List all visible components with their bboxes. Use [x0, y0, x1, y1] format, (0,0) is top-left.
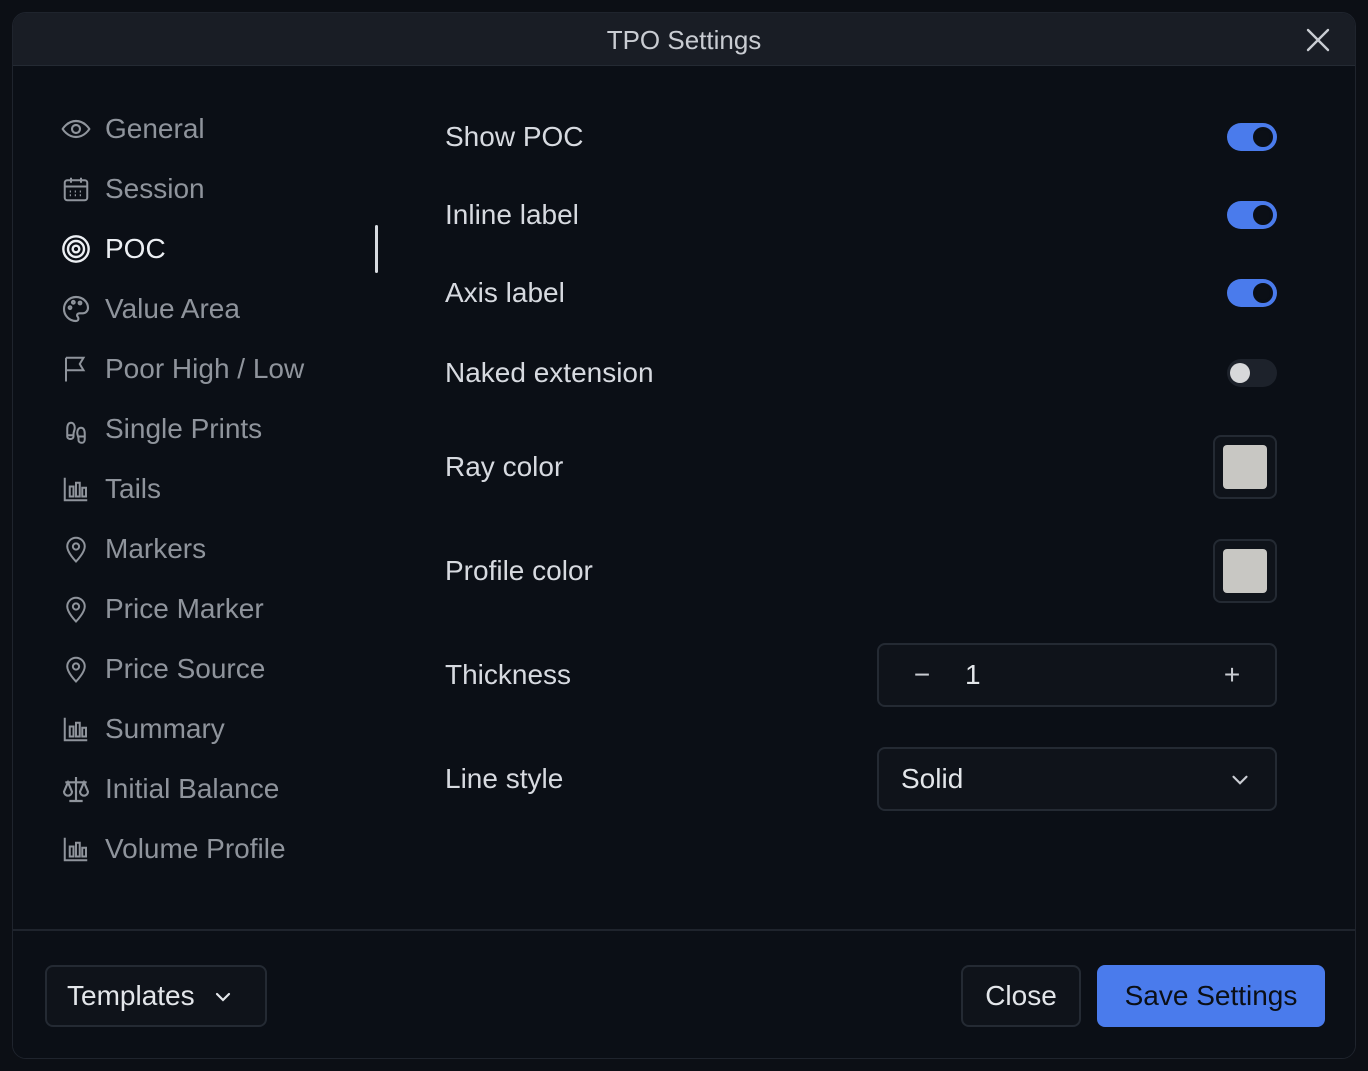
thickness-value[interactable]: 1	[965, 659, 981, 691]
close-icon[interactable]	[1303, 25, 1333, 55]
dialog-title: TPO Settings	[606, 25, 762, 55]
toggle-knob	[1230, 363, 1250, 383]
close-button[interactable]: Close	[961, 965, 1081, 1027]
chevron-down-icon	[1227, 767, 1253, 793]
sidebar-item-value-area[interactable]: Value Area	[59, 279, 379, 339]
settings-dialog: TPO Settings General Session POC Value A…	[12, 12, 1356, 1059]
sidebar-item-label: Poor High / Low	[105, 353, 305, 384]
ray-color-picker[interactable]	[1213, 435, 1277, 499]
sidebar-item-volume-profile[interactable]: Volume Profile	[59, 819, 379, 879]
map-pin-icon	[59, 652, 93, 686]
sidebar-item-summary[interactable]: Summary	[59, 699, 379, 759]
bar-chart-icon	[59, 472, 93, 506]
sidebar-item-label: POC	[105, 233, 166, 264]
scale-icon	[59, 772, 93, 806]
active-indicator	[375, 225, 378, 273]
setting-label: Line style	[445, 763, 564, 794]
sidebar-item-session[interactable]: Session	[59, 159, 379, 219]
eye-icon	[59, 112, 93, 146]
sidebar-item-label: Single Prints	[105, 413, 263, 444]
naked-extension-toggle[interactable]	[1227, 359, 1277, 387]
setting-label: Naked extension	[445, 357, 654, 388]
sidebar-item-label: Price Source	[105, 653, 266, 684]
show-poc-toggle[interactable]	[1227, 123, 1277, 151]
inline-label-toggle[interactable]	[1227, 201, 1277, 229]
sidebar-item-general[interactable]: General	[59, 99, 379, 159]
setting-label: Show POC	[445, 121, 584, 152]
setting-label: Thickness	[445, 659, 572, 690]
toggle-knob	[1253, 127, 1273, 147]
thickness-stepper: − 1 +	[877, 643, 1277, 707]
sidebar-item-label: Value Area	[105, 293, 240, 324]
toggle-knob	[1253, 205, 1273, 225]
decrement-button[interactable]: −	[907, 659, 937, 691]
calendar-icon	[59, 172, 93, 206]
line-style-select[interactable]: Solid	[877, 747, 1277, 811]
bar-chart-icon	[59, 712, 93, 746]
setting-row-thickness: Thickness − 1 +	[445, 643, 1277, 707]
sidebar-item-label: Tails	[105, 473, 162, 504]
sidebar-item-label: General	[105, 113, 205, 144]
sidebar-item-label: Initial Balance	[105, 773, 280, 804]
profile-color-swatch	[1223, 549, 1267, 593]
line-style-value: Solid	[901, 763, 964, 794]
sidebar-item-markers[interactable]: Markers	[59, 519, 379, 579]
dialog-titlebar: TPO Settings	[13, 13, 1355, 66]
setting-label: Profile color	[445, 555, 593, 586]
setting-row-line-style: Line style Solid	[445, 747, 1277, 811]
setting-label: Inline label	[445, 199, 579, 230]
sidebar-item-tails[interactable]: Tails	[59, 459, 379, 519]
setting-row-axis-label: Axis label	[445, 277, 1277, 309]
sidebar-item-label: Markers	[105, 533, 207, 564]
axis-label-toggle[interactable]	[1227, 279, 1277, 307]
settings-sidebar: General Session POC Value Area Poor High…	[59, 99, 379, 879]
footprints-icon	[59, 412, 93, 446]
sidebar-item-label: Summary	[105, 713, 225, 744]
bar-chart-icon	[59, 832, 93, 866]
sidebar-item-single-prints[interactable]: Single Prints	[59, 399, 379, 459]
dialog-footer: Templates Close Save Settings	[13, 929, 1355, 1058]
sidebar-item-poor-high-low[interactable]: Poor High / Low	[59, 339, 379, 399]
map-pin-icon	[59, 592, 93, 626]
setting-row-inline-label: Inline label	[445, 199, 1277, 231]
flag-icon	[59, 352, 93, 386]
sidebar-item-price-marker[interactable]: Price Marker	[59, 579, 379, 639]
sidebar-item-label: Price Marker	[105, 593, 264, 624]
sidebar-item-poc[interactable]: POC	[59, 219, 379, 279]
sidebar-item-price-source[interactable]: Price Source	[59, 639, 379, 699]
map-pin-icon	[59, 532, 93, 566]
sidebar-item-label: Session	[105, 173, 205, 204]
profile-color-picker[interactable]	[1213, 539, 1277, 603]
target-icon	[59, 232, 93, 266]
setting-label: Ray color	[445, 451, 564, 482]
templates-button[interactable]: Templates	[45, 965, 267, 1027]
chevron-down-icon	[211, 984, 235, 1008]
setting-row-ray-color: Ray color	[445, 435, 1277, 499]
palette-icon	[59, 292, 93, 326]
toggle-knob	[1253, 283, 1273, 303]
save-settings-button[interactable]: Save Settings	[1097, 965, 1325, 1027]
setting-label: Axis label	[445, 277, 565, 308]
setting-row-profile-color: Profile color	[445, 539, 1277, 603]
sidebar-item-initial-balance[interactable]: Initial Balance	[59, 759, 379, 819]
setting-row-show-poc: Show POC	[445, 121, 1277, 153]
sidebar-item-label: Volume Profile	[105, 833, 286, 864]
ray-color-swatch	[1223, 445, 1267, 489]
increment-button[interactable]: +	[1217, 659, 1247, 691]
setting-row-naked-extension: Naked extension	[445, 357, 1277, 389]
templates-label: Templates	[67, 980, 195, 1011]
